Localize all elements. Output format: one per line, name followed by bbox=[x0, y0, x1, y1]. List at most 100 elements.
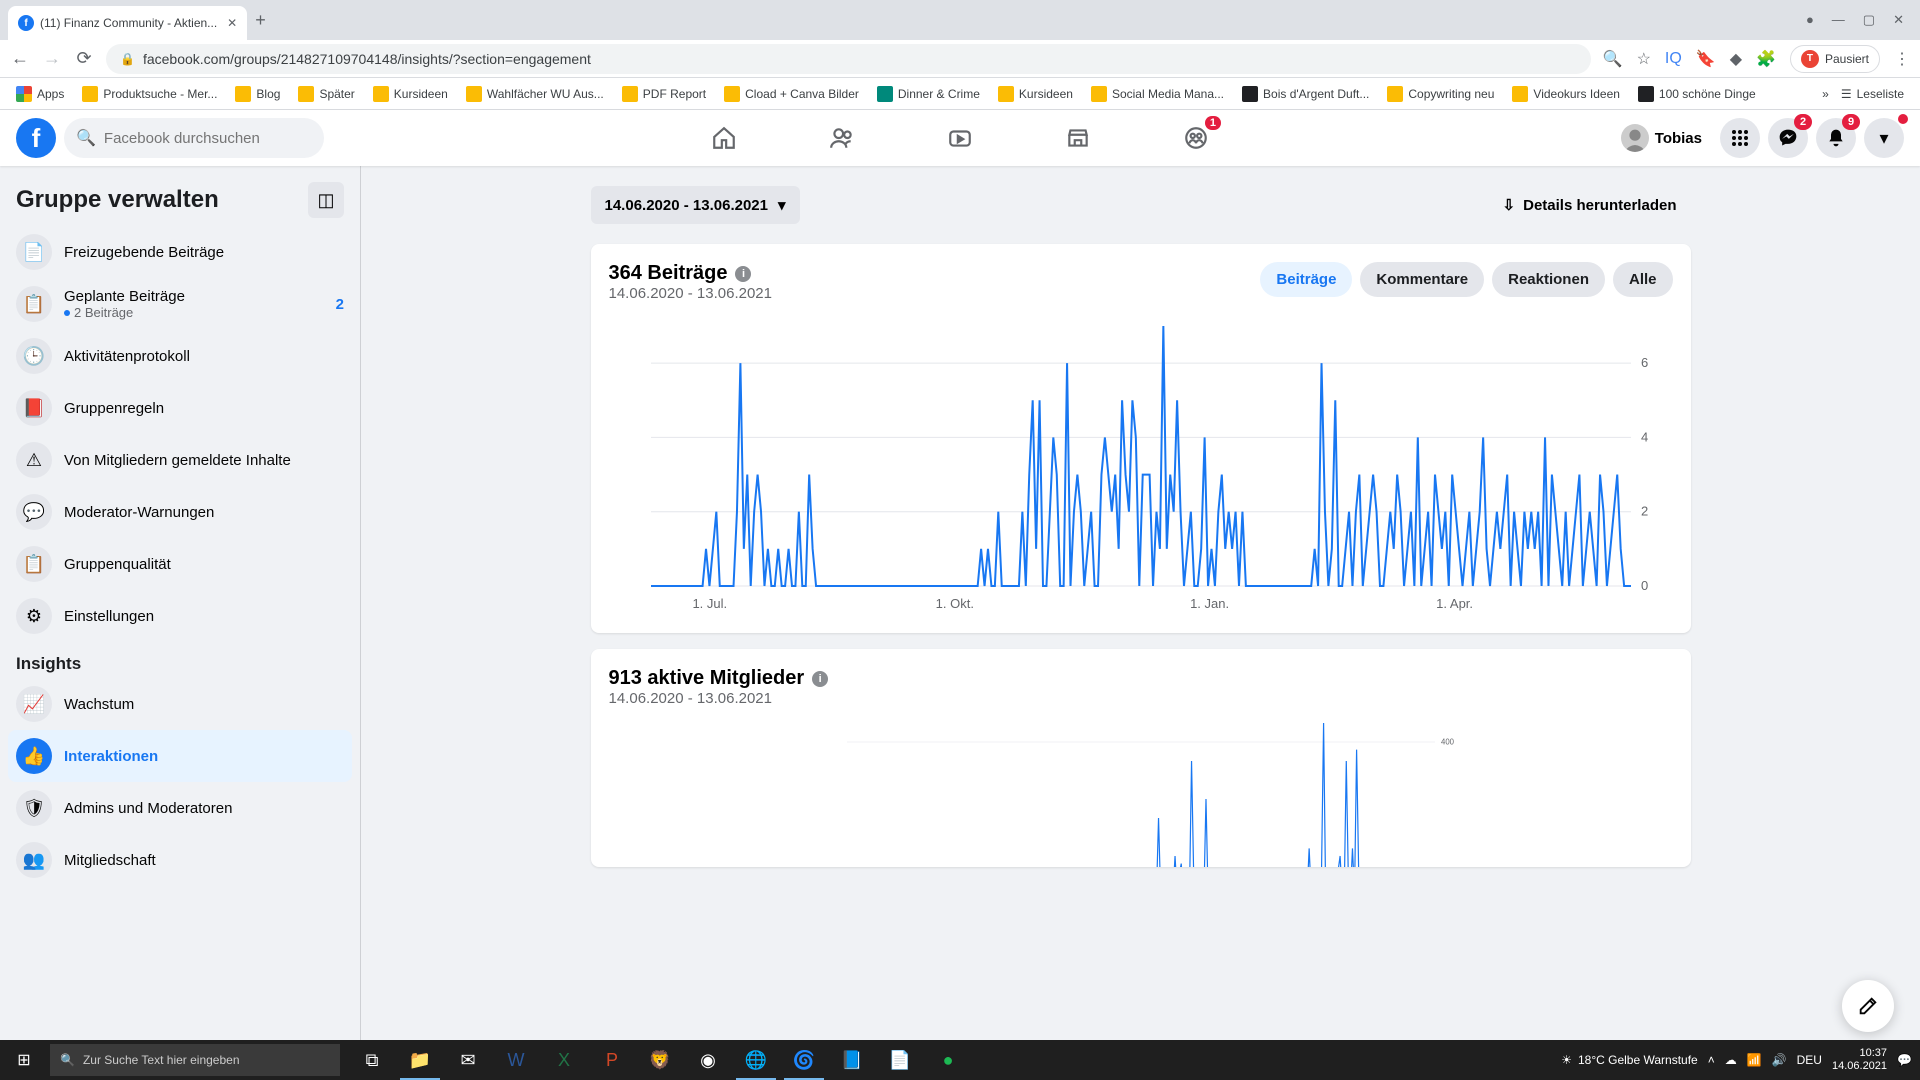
sidebar: Gruppe verwalten ◫ 📄Freizugebende Beiträ… bbox=[0, 166, 360, 1052]
nav-friends[interactable] bbox=[787, 110, 897, 166]
fb-search[interactable]: 🔍 bbox=[64, 118, 324, 158]
start-button[interactable]: ⊞ bbox=[0, 1040, 48, 1080]
tab-title: (11) Finanz Community - Aktien... bbox=[40, 16, 217, 30]
nav-groups[interactable]: 1 bbox=[1141, 110, 1251, 166]
bookmark[interactable]: PDF Report bbox=[616, 83, 712, 105]
bookmark[interactable]: Videokurs Ideen bbox=[1506, 83, 1626, 105]
nav-home[interactable] bbox=[669, 110, 779, 166]
edge-icon[interactable]: 🌀 bbox=[780, 1040, 828, 1080]
volume-icon[interactable]: 🔊 bbox=[1772, 1053, 1787, 1067]
reload-icon[interactable]: ⟳ bbox=[74, 48, 94, 69]
bookmark[interactable]: Produktsuche - Mer... bbox=[76, 83, 223, 105]
account-menu-button[interactable]: ▾ bbox=[1864, 118, 1904, 158]
onedrive-icon[interactable]: ☁ bbox=[1725, 1053, 1737, 1067]
bookmark[interactable]: Copywriting neu bbox=[1381, 83, 1500, 105]
task-view-icon[interactable]: ⧉ bbox=[348, 1040, 396, 1080]
powerpoint-icon[interactable]: P bbox=[588, 1040, 636, 1080]
tag-icon[interactable]: 🔖 bbox=[1696, 49, 1716, 69]
app-icon[interactable]: 📘 bbox=[828, 1040, 876, 1080]
sidebar-item[interactable]: 📋Gruppenqualität bbox=[8, 538, 352, 590]
bookmark[interactable]: Dinner & Crime bbox=[871, 83, 986, 105]
new-tab-button[interactable]: + bbox=[255, 10, 266, 31]
bookmark[interactable]: Kursideen bbox=[992, 83, 1079, 105]
sidebar-item[interactable]: 💬Moderator-Warnungen bbox=[8, 486, 352, 538]
search-input[interactable] bbox=[104, 130, 312, 147]
filter-pill[interactable]: Kommentare bbox=[1360, 262, 1484, 297]
apps-menu-button[interactable] bbox=[1720, 118, 1760, 158]
browser-tab[interactable]: f (11) Finanz Community - Aktien... ✕ bbox=[8, 6, 247, 40]
back-icon[interactable]: ← bbox=[10, 48, 30, 69]
language-indicator[interactable]: DEU bbox=[1797, 1053, 1822, 1067]
browser-tab-strip: f (11) Finanz Community - Aktien... ✕ + … bbox=[0, 0, 1920, 40]
wifi-icon[interactable]: 📶 bbox=[1747, 1053, 1762, 1067]
reading-list[interactable]: ☰Leseliste bbox=[1835, 84, 1910, 104]
sidebar-insights-item[interactable]: 📈Wachstum bbox=[8, 678, 352, 730]
notepad-icon[interactable]: 📄 bbox=[876, 1040, 924, 1080]
filter-pill[interactable]: Reaktionen bbox=[1492, 262, 1605, 297]
sidebar-item[interactable]: 🕒Aktivitätenprotokoll bbox=[8, 330, 352, 382]
account-dot-icon[interactable]: ● bbox=[1806, 12, 1814, 28]
explorer-icon[interactable]: 📁 bbox=[396, 1040, 444, 1080]
sidebar-insights-item[interactable]: 👍Interaktionen bbox=[8, 730, 352, 782]
nav-watch[interactable] bbox=[905, 110, 1015, 166]
bookmark-icon bbox=[1242, 86, 1258, 102]
bookmark[interactable]: Cload + Canva Bilder bbox=[718, 83, 865, 105]
filter-pill[interactable]: Alle bbox=[1613, 262, 1673, 297]
sidebar-title: Gruppe verwalten bbox=[16, 186, 219, 214]
sidebar-item[interactable]: 📋Geplante Beiträge2 Beiträge2 bbox=[8, 278, 352, 330]
bookmark[interactable]: Kursideen bbox=[367, 83, 454, 105]
star-icon[interactable]: ☆ bbox=[1637, 49, 1651, 69]
compose-button[interactable] bbox=[1842, 980, 1894, 1032]
info-icon[interactable]: i bbox=[812, 671, 828, 687]
filter-pill[interactable]: Beiträge bbox=[1260, 262, 1352, 297]
extensions-icon[interactable]: 🧩 bbox=[1756, 49, 1776, 69]
notifications-button[interactable]: 9 bbox=[1816, 118, 1856, 158]
bookmark[interactable]: Wahlfächer WU Aus... bbox=[460, 83, 610, 105]
iq-icon[interactable]: IQ bbox=[1665, 50, 1682, 68]
date-range-selector[interactable]: 14.06.2020 - 13.06.2021 ▾ bbox=[591, 186, 800, 224]
messenger-button[interactable]: 2 bbox=[1768, 118, 1808, 158]
sidebar-item[interactable]: ⚠Von Mitgliedern gemeldete Inhalte bbox=[8, 434, 352, 486]
sidebar-insights-item[interactable]: 🛡Admins und Moderatoren bbox=[8, 782, 352, 834]
brave-icon[interactable]: 🦁 bbox=[636, 1040, 684, 1080]
url-bar[interactable]: 🔒 facebook.com/groups/214827109704148/in… bbox=[106, 44, 1591, 74]
bookmark[interactable]: Später bbox=[292, 83, 360, 105]
mail-icon[interactable]: ✉ bbox=[444, 1040, 492, 1080]
sidebar-item[interactable]: 📕Gruppenregeln bbox=[8, 382, 352, 434]
menu-icon[interactable]: ⋮ bbox=[1894, 49, 1910, 69]
nav-marketplace[interactable] bbox=[1023, 110, 1133, 166]
sidebar-layout-button[interactable]: ◫ bbox=[308, 182, 344, 218]
tray-chevron-icon[interactable]: ˄ bbox=[1708, 1053, 1715, 1067]
close-tab-icon[interactable]: ✕ bbox=[227, 16, 237, 30]
sidebar-item[interactable]: 📄Freizugebende Beiträge bbox=[8, 226, 352, 278]
profile-pause-button[interactable]: T Pausiert bbox=[1790, 45, 1880, 73]
weather-widget[interactable]: ☀ 18°C Gelbe Warnstufe bbox=[1561, 1053, 1698, 1067]
clock[interactable]: 10:37 14.06.2021 bbox=[1832, 1047, 1887, 1073]
download-icon: ⇩ bbox=[1503, 196, 1516, 214]
bookmark[interactable]: Apps bbox=[10, 83, 70, 105]
chrome-icon[interactable]: 🌐 bbox=[732, 1040, 780, 1080]
bookmark[interactable]: Blog bbox=[229, 83, 286, 105]
word-icon[interactable]: W bbox=[492, 1040, 540, 1080]
bookmark[interactable]: Social Media Mana... bbox=[1085, 83, 1230, 105]
bookmark[interactable]: Bois d'Argent Duft... bbox=[1236, 83, 1375, 105]
dns-icon[interactable]: ◆ bbox=[1730, 49, 1742, 69]
spotify-icon[interactable]: ● bbox=[924, 1040, 972, 1080]
close-window-icon[interactable]: ✕ bbox=[1893, 12, 1904, 28]
sidebar-item-icon: 🕒 bbox=[16, 338, 52, 374]
maximize-icon[interactable]: ▢ bbox=[1863, 12, 1875, 28]
zoom-icon[interactable]: 🔍 bbox=[1603, 49, 1623, 69]
notification-center-icon[interactable]: 💬 bbox=[1897, 1053, 1912, 1067]
profile-link[interactable]: Tobias bbox=[1617, 120, 1712, 156]
download-details-button[interactable]: ⇩ Details herunterladen bbox=[1489, 186, 1691, 224]
bookmark[interactable]: 100 schöne Dinge bbox=[1632, 83, 1762, 105]
info-icon[interactable]: i bbox=[735, 266, 751, 282]
sidebar-item[interactable]: ⚙Einstellungen bbox=[8, 590, 352, 642]
taskbar-search[interactable]: 🔍 Zur Suche Text hier eingeben bbox=[50, 1044, 340, 1076]
obs-icon[interactable]: ◉ bbox=[684, 1040, 732, 1080]
fb-logo[interactable]: f bbox=[16, 118, 56, 158]
bookmark-overflow[interactable]: » bbox=[1822, 87, 1829, 101]
minimize-icon[interactable]: — bbox=[1832, 12, 1845, 28]
sidebar-insights-item[interactable]: 👥Mitgliedschaft bbox=[8, 834, 352, 886]
excel-icon[interactable]: X bbox=[540, 1040, 588, 1080]
